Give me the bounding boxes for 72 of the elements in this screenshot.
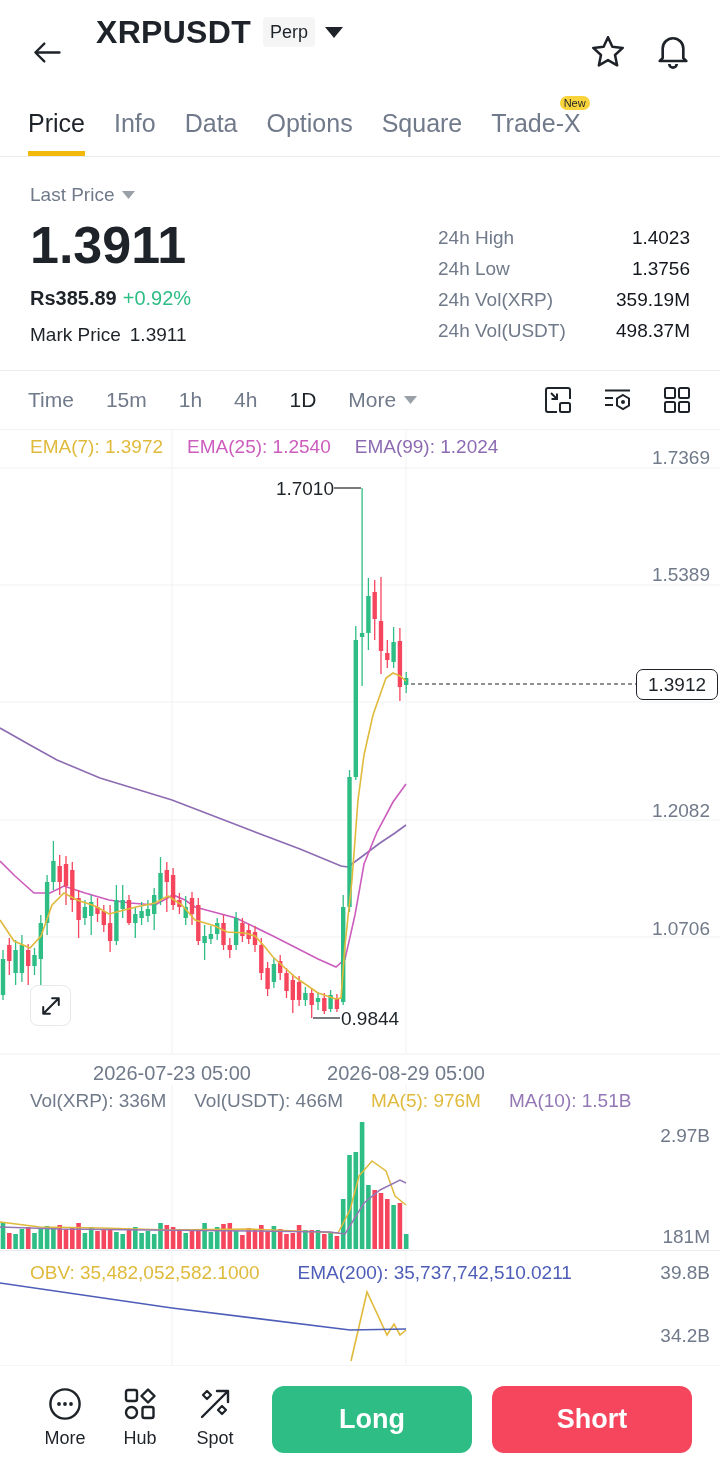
axis-label: 1.7369 bbox=[651, 447, 710, 469]
last-price: 1.3911 bbox=[30, 216, 187, 274]
diagonal-arrow-icon bbox=[199, 1388, 231, 1420]
price-change: +0.92% bbox=[122, 286, 192, 311]
stat-value: 359.19M bbox=[616, 288, 690, 311]
date-label: 2026-08-29 05:00 bbox=[327, 1062, 485, 1084]
indicator-label: MA(5): 976M bbox=[371, 1091, 481, 1111]
high-leader-line bbox=[333, 487, 362, 489]
interval-menu[interactable]: More bbox=[348, 388, 418, 412]
last-price-tag: 1.3912 bbox=[636, 669, 718, 700]
indicator-label: OBV: 35,482,052,582.1000 bbox=[30, 1263, 260, 1283]
tab[interactable]: Trade-X bbox=[491, 110, 581, 156]
indicator-label: Vol(USDT): 466M bbox=[194, 1091, 344, 1111]
axis-label: 181M bbox=[662, 1226, 710, 1248]
axis-label: 1.0706 bbox=[651, 918, 710, 940]
star-icon[interactable] bbox=[592, 36, 624, 68]
expand-button[interactable] bbox=[30, 985, 71, 1026]
bell-icon[interactable] bbox=[658, 36, 688, 69]
interval-option[interactable]: 1h bbox=[178, 388, 203, 412]
tab[interactable]: Price bbox=[28, 110, 85, 156]
grid-icon[interactable] bbox=[664, 387, 690, 413]
stat-label: 24h High bbox=[438, 226, 516, 249]
box-arrow-icon[interactable] bbox=[545, 387, 571, 413]
long-button[interactable]: Long bbox=[272, 1386, 472, 1453]
stat-label: 24h Vol(USDT) bbox=[438, 319, 567, 342]
indicator-label: EMA(99): 1.2024 bbox=[354, 437, 499, 457]
shapes-icon bbox=[124, 1388, 156, 1420]
indicator-label: EMA(25): 1.2540 bbox=[187, 437, 331, 457]
shortcut-button[interactable]: More bbox=[35, 1386, 95, 1449]
interval-option[interactable]: 15m bbox=[105, 388, 147, 412]
interval-option[interactable]: 1D bbox=[289, 388, 317, 412]
axis-label: 1.5389 bbox=[651, 564, 710, 586]
list-settings-icon[interactable] bbox=[604, 388, 631, 412]
axis-label: 39.8B bbox=[660, 1262, 710, 1284]
interval-option[interactable]: Time bbox=[28, 388, 74, 412]
low-price-label: 0.9844 bbox=[341, 1008, 400, 1030]
tab[interactable]: Square bbox=[381, 110, 463, 156]
back-arrow-icon[interactable] bbox=[32, 40, 62, 65]
shortcut-button[interactable]: Hub bbox=[110, 1386, 170, 1449]
caret-icon[interactable] bbox=[325, 26, 344, 38]
indicator-label: MA(10): 1.51B bbox=[508, 1091, 632, 1111]
contract-badge: Perp bbox=[263, 17, 316, 47]
axis-label: 34.2B bbox=[660, 1325, 710, 1347]
stat-label: 24h Low bbox=[438, 257, 511, 280]
mark-price-value: 1.3911 bbox=[129, 323, 187, 347]
caret-icon bbox=[404, 396, 418, 404]
symbol-title[interactable]: XRPUSDT bbox=[96, 13, 251, 51]
high-price-label: 1.7010 bbox=[275, 478, 334, 500]
stat-label: 24h Vol(XRP) bbox=[438, 288, 555, 311]
axis-label: 2.97B bbox=[660, 1125, 710, 1147]
stat-value: 1.3756 bbox=[630, 257, 690, 280]
new-badge: New bbox=[559, 96, 590, 110]
local-currency-price: Rs385.89 bbox=[30, 286, 117, 311]
low-leader-line bbox=[312, 1017, 341, 1019]
expand-icon bbox=[40, 995, 61, 1016]
indicator-label: EMA(200): 35,737,742,510.0211 bbox=[297, 1263, 572, 1283]
tab[interactable]: Info bbox=[113, 110, 156, 156]
caret-icon bbox=[122, 191, 136, 199]
stat-value: 498.37M bbox=[616, 319, 690, 342]
short-button[interactable]: Short bbox=[492, 1386, 692, 1453]
indicator-label: EMA(7): 1.3972 bbox=[30, 437, 164, 457]
stat-value: 1.4023 bbox=[630, 226, 690, 249]
tab[interactable]: Data bbox=[184, 110, 238, 156]
mark-price-label: Mark Price bbox=[30, 323, 121, 347]
interval-option[interactable]: 4h bbox=[234, 388, 258, 412]
indicator-label: Vol(XRP): 336M bbox=[30, 1091, 167, 1111]
tab[interactable]: Options bbox=[266, 110, 353, 156]
axis-label: 1.2082 bbox=[651, 800, 710, 822]
shortcut-button[interactable]: Spot bbox=[185, 1386, 245, 1449]
more-options-icon bbox=[49, 1388, 81, 1420]
date-label: 2026-07-23 05:00 bbox=[93, 1062, 251, 1084]
price-type-dropdown[interactable]: Last Price bbox=[30, 182, 136, 208]
